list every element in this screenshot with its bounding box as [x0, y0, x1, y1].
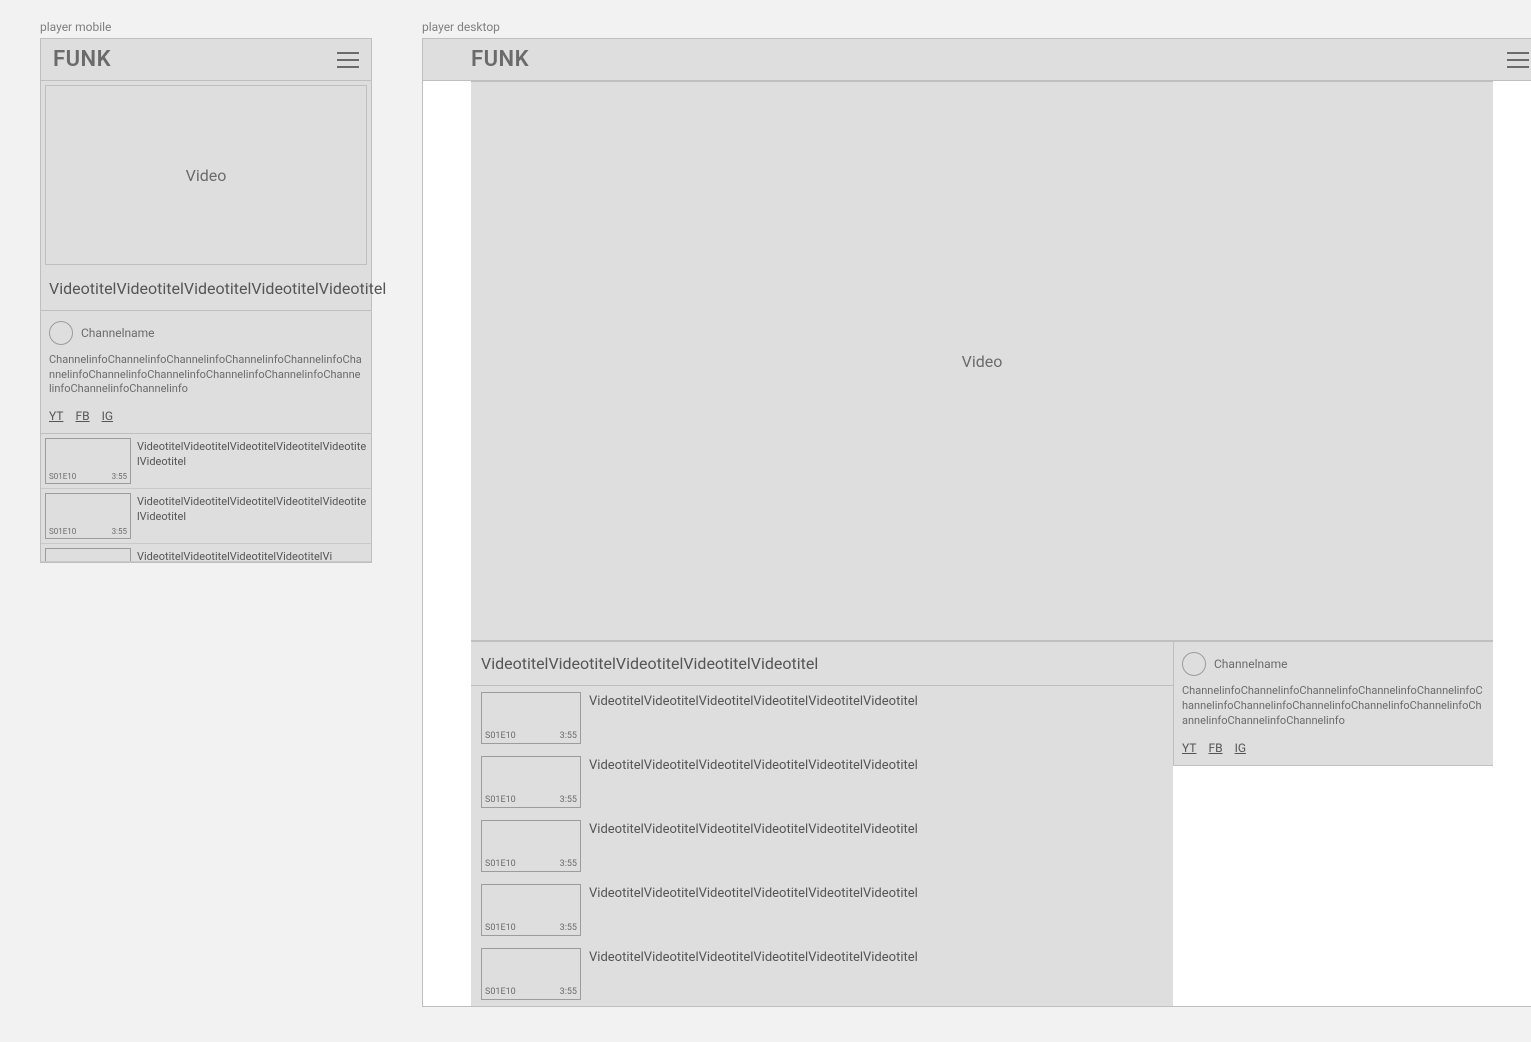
desktop-topbar: FUNK — [423, 39, 1531, 81]
episode-label: S01E10 — [49, 527, 76, 536]
avatar[interactable] — [49, 321, 73, 345]
frame-label-desktop: player desktop — [422, 20, 1531, 34]
playlist[interactable]: S01E10 3:55 VideotitelVideotitelVideotit… — [471, 686, 1173, 1006]
duration-label: 3:55 — [112, 527, 127, 536]
list-item[interactable]: S01E10 3:55 VideotitelVideotitelVideotit… — [41, 489, 371, 544]
list-item[interactable]: VideotitelVideotitelVideotitelVideotitel… — [41, 544, 371, 562]
mobile-frame: FUNK Video VideotitelVideotitelVideotite… — [40, 38, 372, 563]
list-item-title: VideotitelVideotitelVideotitelVideotitel… — [589, 884, 918, 936]
social-link-fb[interactable]: FB — [75, 409, 89, 423]
video-thumbnail[interactable]: S01E10 3:55 — [481, 884, 581, 936]
list-item-title: VideotitelVideotitelVideotitelVideotitel… — [137, 548, 367, 557]
video-title: VideotitelVideotitelVideotitelVideotitel… — [41, 269, 371, 311]
duration-label: 3:55 — [560, 923, 577, 933]
list-item[interactable]: S01E10 3:55 VideotitelVideotitelVideotit… — [471, 686, 1173, 750]
episode-label: S01E10 — [485, 795, 516, 805]
list-item-title: VideotitelVideotitelVideotitelVideotitel… — [589, 756, 918, 808]
duration-label: 3:55 — [560, 795, 577, 805]
duration-label: 3:55 — [112, 472, 127, 481]
channel-name[interactable]: Channelname — [1214, 657, 1288, 671]
episode-label: S01E10 — [485, 731, 516, 741]
video-thumbnail[interactable]: S01E10 3:55 — [45, 438, 131, 484]
video-thumbnail[interactable]: S01E10 3:55 — [45, 493, 131, 539]
video-thumbnail[interactable]: S01E10 3:55 — [481, 756, 581, 808]
menu-icon[interactable] — [337, 52, 359, 68]
episode-label: S01E10 — [485, 987, 516, 997]
video-player[interactable]: Video — [471, 81, 1493, 641]
duration-label: 3:55 — [560, 859, 577, 869]
list-item-title: VideotitelVideotitelVideotitelVideotitel… — [589, 820, 918, 872]
list-item-title: VideotitelVideotitelVideotitelVideotitel… — [589, 948, 918, 1000]
logo[interactable]: FUNK — [471, 47, 529, 72]
list-item[interactable]: S01E10 3:55 VideotitelVideotitelVideotit… — [471, 878, 1173, 942]
channel-block: Channelname ChannelinfoChannelinfoChanne… — [1174, 641, 1493, 766]
sidebar-empty-space — [1173, 766, 1493, 1006]
list-item[interactable]: S01E10 3:55 VideotitelVideotitelVideotit… — [471, 750, 1173, 814]
duration-label: 3:55 — [560, 987, 577, 997]
channel-name[interactable]: Channelname — [81, 326, 155, 340]
right-gutter — [1493, 81, 1531, 1006]
list-item[interactable]: S01E10 3:55 VideotitelVideotitelVideotit… — [41, 434, 371, 489]
social-link-yt[interactable]: YT — [1182, 741, 1196, 755]
channel-info-text: ChannelinfoChannelinfoChannelinfoChannel… — [1182, 684, 1485, 729]
mobile-topbar: FUNK — [41, 39, 371, 81]
video-thumbnail[interactable]: S01E10 3:55 — [481, 820, 581, 872]
frame-label-mobile: player mobile — [40, 20, 372, 34]
logo[interactable]: FUNK — [53, 47, 111, 72]
episode-label: S01E10 — [49, 472, 76, 481]
video-title: VideotitelVideotitelVideotitelVideotitel… — [471, 641, 1173, 686]
video-thumbnail[interactable]: S01E10 3:55 — [481, 948, 581, 1000]
list-item-title: VideotitelVideotitelVideotitelVideotitel… — [137, 438, 367, 484]
avatar[interactable] — [1182, 652, 1206, 676]
menu-icon[interactable] — [1507, 52, 1529, 68]
episode-label: S01E10 — [485, 859, 516, 869]
list-item-title: VideotitelVideotitelVideotitelVideotitel… — [589, 692, 918, 744]
social-link-ig[interactable]: IG — [102, 409, 113, 423]
social-link-fb[interactable]: FB — [1208, 741, 1222, 755]
desktop-frame: FUNK Video VideotitelVideotitelVideotite… — [422, 38, 1531, 1007]
duration-label: 3:55 — [560, 731, 577, 741]
playlist[interactable]: S01E10 3:55 VideotitelVideotitelVideotit… — [41, 434, 371, 562]
list-item[interactable]: S01E10 3:55 VideotitelVideotitelVideotit… — [471, 942, 1173, 1006]
social-link-ig[interactable]: IG — [1235, 741, 1246, 755]
channel-info-text: ChannelinfoChannelinfoChannelinfoChannel… — [49, 353, 363, 398]
channel-block: Channelname ChannelinfoChannelinfoChanne… — [41, 311, 371, 435]
list-item-title: VideotitelVideotitelVideotitelVideotitel… — [137, 493, 367, 539]
episode-label: S01E10 — [485, 923, 516, 933]
social-link-yt[interactable]: YT — [49, 409, 63, 423]
left-gutter — [423, 81, 471, 1006]
video-thumbnail[interactable]: S01E10 3:55 — [481, 692, 581, 744]
video-thumbnail[interactable] — [45, 548, 131, 562]
video-player[interactable]: Video — [45, 85, 367, 265]
list-item[interactable]: S01E10 3:55 VideotitelVideotitelVideotit… — [471, 814, 1173, 878]
